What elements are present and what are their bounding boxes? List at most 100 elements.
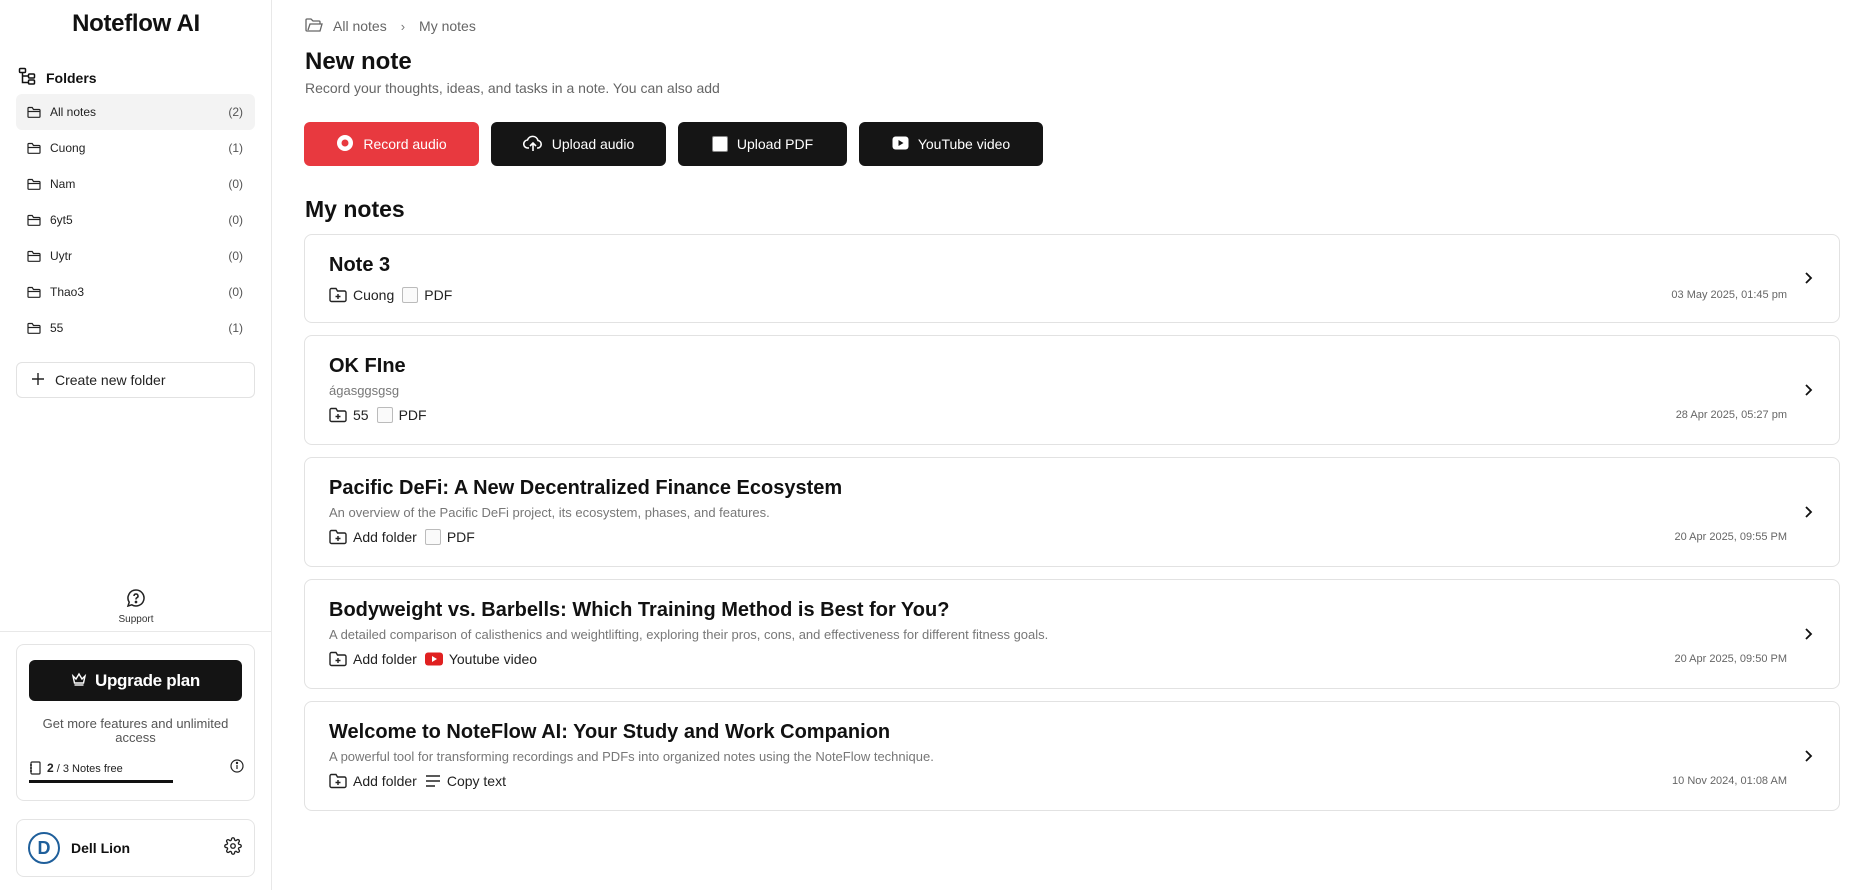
support-icon	[126, 588, 146, 611]
folder-item-6yt5[interactable]: 6yt5 (0)	[16, 202, 255, 238]
notebook-icon	[29, 760, 41, 775]
folder-icon	[27, 106, 41, 118]
note-folder-name: Add folder	[353, 651, 417, 667]
record-audio-button[interactable]: Record audio	[304, 122, 479, 166]
folder-item-uytr[interactable]: Uytr (0)	[16, 238, 255, 274]
folder-open-icon	[305, 17, 323, 35]
chevron-right-icon[interactable]	[1803, 271, 1813, 285]
sidebar: Noteflow AI Folders All notes (2) Cuong …	[0, 0, 272, 890]
record-icon	[336, 134, 354, 155]
page-title: New note	[305, 48, 412, 75]
crown-icon	[71, 671, 87, 691]
chevron-right-icon[interactable]	[1803, 627, 1813, 641]
new-note-actions: Record audio Upload audio Upload PDF You…	[304, 122, 1043, 166]
upgrade-plan-button[interactable]: Upgrade plan	[29, 660, 242, 701]
note-description: ágasggsgsg	[329, 383, 400, 398]
folder-item-nam[interactable]: Nam (0)	[16, 166, 255, 202]
note-meta: Add folder Youtube video	[329, 651, 537, 667]
note-date: 20 Apr 2025, 09:55 PM	[1674, 531, 1787, 543]
youtube-icon	[892, 136, 909, 153]
folder-icon	[27, 322, 41, 334]
note-source-tag: PDF	[376, 407, 427, 423]
folders-heading: Folders	[18, 67, 97, 88]
upload-pdf-button[interactable]: Upload PDF	[678, 122, 847, 166]
youtube-video-button[interactable]: YouTube video	[859, 122, 1043, 166]
note-meta: Add folder Copy text	[329, 773, 506, 789]
image-placeholder-icon	[711, 136, 728, 152]
folder-item-55[interactable]: 55 (1)	[16, 310, 255, 346]
note-meta: 55 PDF	[329, 407, 427, 423]
folders-heading-label: Folders	[46, 69, 97, 86]
image-placeholder-icon	[424, 529, 441, 545]
folder-plus-icon	[329, 407, 347, 423]
note-folder-tag[interactable]: Add folder	[329, 529, 417, 545]
note-card[interactable]: Pacific DeFi: A New Decentralized Financ…	[304, 457, 1840, 567]
support-button[interactable]: Support	[0, 588, 272, 625]
folder-count: (0)	[228, 249, 243, 263]
note-description: A detailed comparison of calisthenics an…	[329, 627, 1049, 642]
youtube-video-label: YouTube video	[917, 136, 1011, 152]
note-card[interactable]: Note 3 Cuong PDF 03 May 2025, 01:45 pm	[304, 234, 1840, 323]
folder-icon	[27, 250, 41, 262]
note-title: Note 3	[329, 254, 391, 276]
quota-progress-fill	[29, 780, 174, 783]
note-folder-tag[interactable]: 55	[329, 407, 369, 423]
note-folder-tag[interactable]: Add folder	[329, 651, 417, 667]
user-card: D Dell Lion	[16, 819, 255, 877]
upgrade-card: Upgrade plan Get more features and unlim…	[16, 644, 255, 801]
chevron-right-icon: ›	[400, 18, 406, 34]
record-audio-label: Record audio	[363, 136, 447, 152]
note-date: 10 Nov 2024, 01:08 AM	[1672, 775, 1787, 787]
folder-item-thao3[interactable]: Thao3 (0)	[16, 274, 255, 310]
upload-audio-button[interactable]: Upload audio	[491, 122, 666, 166]
note-title: Bodyweight vs. Barbells: Which Training …	[329, 599, 950, 621]
folder-count: (0)	[228, 285, 243, 299]
chevron-right-icon[interactable]	[1803, 383, 1813, 397]
folder-icon	[27, 286, 41, 298]
note-source-tag: PDF	[424, 529, 475, 545]
image-placeholder-icon	[376, 407, 393, 423]
folder-item-cuong[interactable]: Cuong (1)	[16, 130, 255, 166]
upload-audio-label: Upload audio	[551, 136, 635, 152]
note-card[interactable]: Welcome to NoteFlow AI: Your Study and W…	[304, 701, 1840, 811]
note-source-label: Copy text	[446, 773, 506, 789]
breadcrumb-current: My notes	[419, 18, 476, 34]
note-title: OK FIne	[329, 355, 406, 377]
note-description: An overview of the Pacific DeFi project,…	[329, 505, 770, 520]
user-name: Dell Lion	[71, 840, 131, 856]
gear-icon[interactable]	[224, 836, 242, 860]
note-source-tag: PDF	[402, 287, 452, 303]
app-logo[interactable]: Noteflow AI	[0, 10, 272, 38]
note-folder-tag[interactable]: Add folder	[329, 773, 417, 789]
note-folder-tag[interactable]: Cuong	[329, 287, 394, 303]
folder-list: All notes (2) Cuong (1) Nam (0) 6yt5 (0)…	[16, 94, 255, 346]
chevron-right-icon[interactable]	[1803, 749, 1813, 763]
plus-icon	[31, 372, 45, 389]
support-label: Support	[118, 614, 154, 625]
text-lines-icon	[425, 774, 441, 788]
folder-name: All notes	[50, 105, 97, 119]
note-source-label: Youtube video	[448, 651, 538, 667]
create-folder-button[interactable]: Create new folder	[16, 362, 255, 398]
folder-tree-icon	[18, 67, 36, 88]
quota-text: 2 / 3 Notes free	[47, 761, 230, 775]
note-card[interactable]: OK FIne ágasggsgsg 55 PDF 28 Apr 2025, 0…	[304, 335, 1840, 445]
avatar[interactable]: D	[28, 832, 60, 864]
note-card[interactable]: Bodyweight vs. Barbells: Which Training …	[304, 579, 1840, 689]
note-folder-name: Add folder	[353, 529, 417, 545]
folder-plus-icon	[329, 773, 347, 789]
upgrade-plan-label: Upgrade plan	[94, 670, 201, 690]
note-date: 03 May 2025, 01:45 pm	[1671, 289, 1787, 301]
image-placeholder-icon	[402, 287, 419, 303]
chevron-right-icon[interactable]	[1803, 505, 1813, 519]
info-icon[interactable]	[230, 759, 244, 776]
note-date: 28 Apr 2025, 05:27 pm	[1675, 409, 1787, 421]
youtube-icon	[424, 652, 443, 666]
folder-plus-icon	[329, 287, 347, 303]
breadcrumb-root[interactable]: All notes	[333, 18, 387, 34]
my-notes-heading: My notes	[305, 196, 405, 222]
folder-name: 6yt5	[50, 213, 73, 227]
folder-item-all-notes[interactable]: All notes (2)	[16, 94, 255, 130]
folder-count: (0)	[228, 177, 243, 191]
folder-icon	[27, 142, 41, 154]
